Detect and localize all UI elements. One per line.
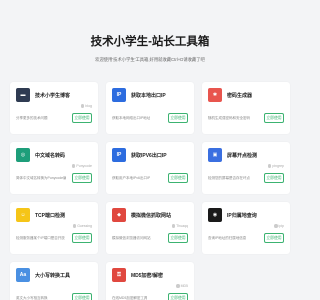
md5-icon: ⚿ [112, 268, 126, 282]
card-author-name: blog [85, 104, 92, 108]
card-description: 在线MD5加密解密工具 [112, 296, 148, 300]
user-icon [267, 164, 272, 168]
use-now-button[interactable]: 立即使用 [168, 113, 188, 123]
user-icon [72, 224, 77, 228]
tool-card[interactable]: ⚿ MD5加密/解密 MD5 在线MD5加密解密工具 立即使用 [106, 262, 194, 300]
page-subtitle: 欢迎使用'技术小学生'工具箱,好用就收藏Ctrl+D请收藏了吧 [95, 57, 205, 62]
wechat-icon: ◆ [112, 208, 126, 222]
card-header: ☺ TCP端口检测 [16, 208, 92, 222]
user-icon [80, 104, 85, 108]
user-icon [176, 284, 180, 288]
card-description: 随机生成强密码和安全密码 [208, 116, 250, 120]
card-title: 大小写转换工具 [35, 272, 71, 279]
card-header: ✱ 密码生成器 [208, 88, 284, 102]
use-now-button[interactable]: 立即使用 [264, 233, 284, 243]
card-title: 密码生成器 [227, 92, 253, 99]
card-header: IP 获取本地出口IP [112, 88, 188, 102]
use-now-button[interactable]: 立即使用 [72, 113, 92, 123]
use-now-button[interactable]: 立即使用 [72, 233, 92, 243]
card-header: ⚿ MD5加密/解密 [112, 268, 188, 282]
card-title: 技术小学生博客 [35, 92, 71, 99]
use-now-button[interactable]: 立即使用 [168, 293, 188, 300]
card-description: 检测服务器某个IP端口是否开放 [16, 236, 65, 240]
card-description: 简体中文域名转换为Punycode编码 [16, 176, 66, 180]
card-description: 查询IP地址的归属地信息 [208, 236, 247, 240]
card-header: Aa 大小写转换工具 [16, 268, 92, 282]
tool-card[interactable]: Aa 大小写转换工具英文大小写相互转换 立即使用 [10, 262, 98, 300]
card-title: TCP端口检测 [35, 212, 66, 219]
card-author: ipip [274, 224, 284, 228]
tool-card[interactable]: ▬ 技术小学生博客 blog 分享更多的技术问题 立即使用 [10, 82, 98, 134]
card-description: 分享更多的技术问题 [16, 116, 48, 120]
use-now-button[interactable]: 立即使用 [264, 173, 284, 183]
card-description: 模拟微信浏览器访问网站 [112, 236, 151, 240]
card-description: 获取本地网络出口IP地址 [112, 116, 151, 120]
card-author-name: Thuaqq [176, 224, 188, 228]
card-description: 检测您的屏幕是否存在坏点 [208, 176, 250, 180]
ipv6-icon: IP [112, 148, 126, 162]
card-header: ◎ 中文域名转码 [16, 148, 92, 162]
card-author-name: MD5 [180, 284, 188, 288]
card-description: 获取用户本地IPv6出口IP [112, 176, 151, 180]
tool-card[interactable]: ▣ 屏幕开点检测 pingrep 检测您的屏幕是否存在坏点 立即使用 [202, 142, 290, 194]
card-title: 获取本地出口IP [131, 92, 166, 99]
card-header: ▬ 技术小学生博客 [16, 88, 92, 102]
card-author-name: pingrep [272, 164, 284, 168]
screen-icon: ▣ [208, 148, 222, 162]
card-title: 模拟微信抓取网站 [131, 212, 172, 219]
card-header: ◆ 模拟微信抓取网站 [112, 208, 188, 222]
user-icon [171, 224, 176, 228]
use-now-button[interactable]: 立即使用 [168, 173, 188, 183]
card-author: Guessing [72, 224, 92, 228]
use-now-button[interactable]: 立即使用 [72, 173, 92, 183]
tool-grid: ▬ 技术小学生博客 blog 分享更多的技术问题 立即使用 IP 获取本地出口IP 获取本地… [10, 82, 290, 300]
card-description: 英文大小写相互转换 [16, 296, 48, 300]
location-icon: ◉ [208, 208, 222, 222]
card-author-name: ipip [278, 224, 284, 228]
tool-card[interactable]: ☺ TCP端口检测 Guessing 检测服务器某个IP端口是否开放 立即使用 [10, 202, 98, 254]
tcp-icon: ☺ [16, 208, 30, 222]
card-title: 中文域名转码 [35, 152, 66, 159]
card-title: 屏幕开点检测 [227, 152, 258, 159]
tool-card[interactable]: IP 获取IPV6出口IP 获取用户本地IPv6出口IP 立即使用 [106, 142, 194, 194]
blog-logo-icon: ▬ [16, 88, 30, 102]
card-title: 获取IPV6出口IP [131, 152, 167, 159]
card-author: Thuaqq [171, 224, 188, 228]
ip-icon: IP [112, 88, 126, 102]
card-author: pingrep [267, 164, 284, 168]
use-now-button[interactable]: 立即使用 [168, 233, 188, 243]
tool-card[interactable]: ◎ 中文域名转码 Punycode 简体中文域名转换为Punycode编码 立即使用 [10, 142, 98, 194]
case-convert-icon: Aa [16, 268, 30, 282]
tool-card[interactable]: ✱ 密码生成器随机生成强密码和安全密码 立即使用 [202, 82, 290, 134]
card-author: Punycode [71, 164, 92, 168]
globe-icon: ◎ [16, 148, 30, 162]
tool-card[interactable]: ◉ IP归属地查询 ipip 查询IP地址的归属地信息 立即使用 [202, 202, 290, 254]
page-title: 技术小学生-站长工具箱 [90, 36, 210, 48]
use-now-button[interactable]: 立即使用 [72, 293, 92, 300]
use-now-button[interactable]: 立即使用 [264, 113, 284, 123]
tool-card[interactable]: IP 获取本地出口IP 获取本地网络出口IP地址 立即使用 [106, 82, 194, 134]
card-title: MD5加密/解密 [131, 272, 163, 279]
card-title: IP归属地查询 [227, 212, 257, 219]
card-header: ▣ 屏幕开点检测 [208, 148, 284, 162]
card-author-name: Punycode [76, 164, 92, 168]
card-header: IP 获取IPV6出口IP [112, 148, 188, 162]
card-author-name: Guessing [77, 224, 92, 228]
card-header: ◉ IP归属地查询 [208, 208, 284, 222]
card-author: MD5 [176, 284, 188, 288]
card-author: blog [80, 104, 92, 108]
user-icon [71, 164, 76, 168]
password-icon: ✱ [208, 88, 222, 102]
tool-card[interactable]: ◆ 模拟微信抓取网站 Thuaqq 模拟微信浏览器访问网站 立即使用 [106, 202, 194, 254]
user-icon [274, 224, 278, 228]
